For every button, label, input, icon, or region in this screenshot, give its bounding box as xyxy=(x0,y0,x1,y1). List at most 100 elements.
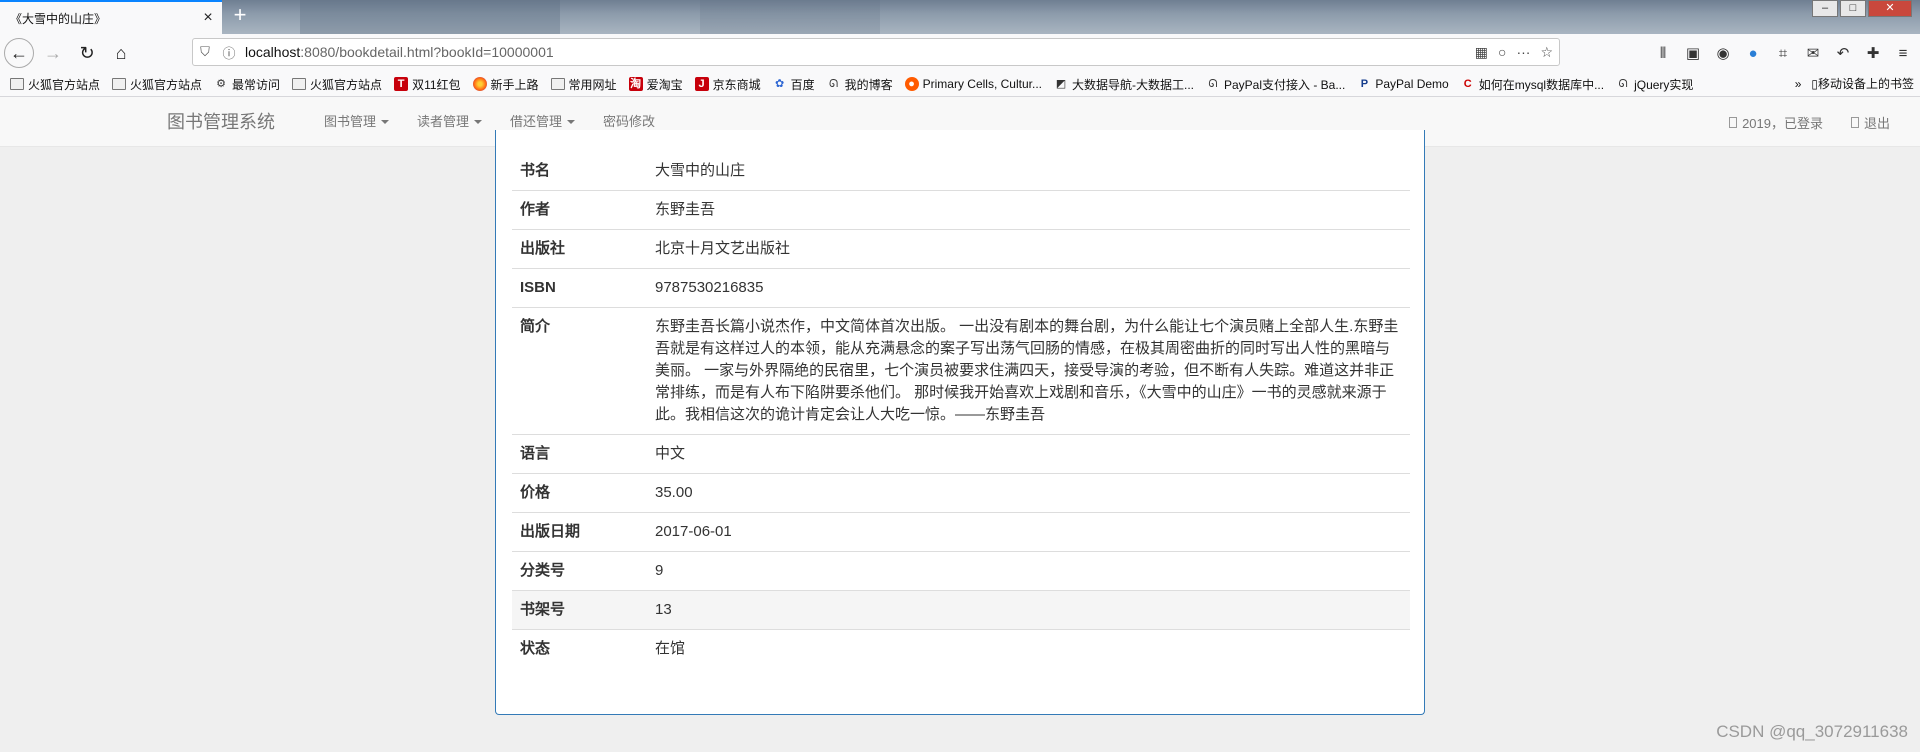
library-icon[interactable]: ⫴ xyxy=(1652,45,1674,62)
bookmark-label: 最常访问 xyxy=(232,77,281,92)
bookmark-item[interactable]: 常用网址 xyxy=(550,76,617,93)
baidu-icon: ✿ xyxy=(774,78,785,90)
forward-arrow-icon[interactable]: → xyxy=(38,38,68,68)
bookmark-item[interactable]: ◩ 大数据导航-大数据工... xyxy=(1054,76,1194,93)
field-value-description: 东野圭吾长篇小说杰作，中文简体首次出版。 一出没有剧本的舞台剧，为什么能让七个演… xyxy=(647,307,1410,435)
sidebar-icon[interactable]: ▣ xyxy=(1682,44,1704,62)
field-value: 9 xyxy=(647,551,1410,591)
menu-reader-management[interactable]: 读者管理 xyxy=(403,97,496,147)
taobao-icon: 淘 xyxy=(628,77,643,91)
bookmark-item[interactable]: J 京东商城 xyxy=(694,76,761,93)
bookmark-star-icon[interactable]: ☆ xyxy=(1540,44,1553,61)
minimize-icon[interactable]: – xyxy=(1812,0,1838,17)
tab-strip: 《大雪中的山庄》 × + – □ ✕ xyxy=(0,0,1920,34)
csdn-icon: C xyxy=(1463,78,1472,90)
maximize-icon[interactable]: □ xyxy=(1840,0,1866,17)
table-row: 书架号 13 xyxy=(512,590,1410,630)
mobile-bookmarks[interactable]: ▯移动设备上的书签 xyxy=(1811,73,1914,95)
user-status-label: 2019，已登录 xyxy=(1742,115,1823,131)
back-arrow-icon[interactable]: ← xyxy=(4,38,34,68)
chevron-more-icon[interactable]: » xyxy=(1795,73,1802,95)
globe-icon[interactable]: ● xyxy=(1742,45,1764,62)
info-icon[interactable]: ⓘ xyxy=(217,43,241,62)
bookmark-item[interactable]: ᘏ PayPal支付接入 - Ba... xyxy=(1206,76,1345,93)
phone-icon: ▯ xyxy=(1811,77,1818,91)
folder-icon xyxy=(10,78,24,90)
mobile-bookmarks-label: 移动设备上的书签 xyxy=(1817,77,1914,91)
user-status[interactable]: 2019，已登录 xyxy=(1729,113,1823,132)
bookmark-item[interactable]: ⚙ 最常访问 xyxy=(214,76,280,93)
bookmarks-overflow: » ▯移动设备上的书签 xyxy=(1788,73,1914,95)
field-value: 13 xyxy=(647,590,1410,630)
field-value: 在馆 xyxy=(647,629,1410,668)
bookmark-item[interactable]: ● Primary Cells, Cultur... xyxy=(904,77,1042,91)
blog-icon: ᘏ xyxy=(1208,78,1218,90)
bookmark-item[interactable]: T 双11红包 xyxy=(394,76,461,93)
firefox-icon xyxy=(472,77,487,91)
bookmark-label: 双11红包 xyxy=(412,77,461,92)
new-tab-button[interactable]: + xyxy=(228,4,252,28)
tmall-icon: T xyxy=(394,77,409,91)
more-actions-icon[interactable]: ··· xyxy=(1516,44,1530,61)
bookmark-item[interactable]: 淘爱淘宝 xyxy=(628,76,683,93)
url-host: localhost xyxy=(245,44,301,60)
extension-icon[interactable]: ✚ xyxy=(1862,44,1884,62)
shield-icon[interactable]: ⛉ xyxy=(193,44,217,60)
undo-icon[interactable]: ↶ xyxy=(1832,44,1854,62)
bookmark-item[interactable]: 火狐官方站点 xyxy=(292,76,382,93)
field-label: ISBN xyxy=(512,268,647,308)
bookmark-label: Primary Cells, Cultur... xyxy=(922,77,1042,91)
bookmark-item[interactable]: 火狐官方站点 xyxy=(112,76,202,93)
caret-down-icon xyxy=(567,120,576,124)
field-label: 语言 xyxy=(512,434,647,474)
caret-down-icon xyxy=(474,120,483,124)
bookmark-item[interactable]: 火狐官方站点 xyxy=(10,76,100,93)
brand[interactable]: 图书管理系统 xyxy=(167,97,275,147)
field-label: 状态 xyxy=(512,629,647,668)
hamburger-menu-icon[interactable]: ≡ xyxy=(1892,45,1914,62)
bookmark-item[interactable]: 新手上路 xyxy=(472,76,539,93)
bookmark-item[interactable]: ᘏ jQuery实现 xyxy=(1616,76,1694,93)
table-row: 出版社 北京十月文艺出版社 xyxy=(512,229,1410,269)
lightbulb-icon[interactable]: ○ xyxy=(1498,44,1506,61)
bookmark-item[interactable]: ᘏ 我的博客 xyxy=(827,76,893,93)
tab-title: 《大雪中的山庄》 xyxy=(10,11,107,26)
field-label: 分类号 xyxy=(512,551,647,591)
bookmark-item[interactable]: C 如何在mysql数据库中... xyxy=(1461,76,1604,93)
field-label: 价格 xyxy=(512,473,647,513)
active-tab[interactable]: 《大雪中的山庄》 × xyxy=(0,0,222,34)
url-text[interactable]: localhost:8080/bookdetail.html?bookId=10… xyxy=(245,44,554,60)
logout-link[interactable]: 退出 xyxy=(1850,113,1890,132)
menu-label: 读者管理 xyxy=(417,114,470,129)
home-icon[interactable]: ⌂ xyxy=(106,38,136,68)
table-row: 简介 东野圭吾长篇小说杰作，中文简体首次出版。 一出没有剧本的舞台剧，为什么能让七… xyxy=(512,307,1410,435)
account-icon[interactable]: ◉ xyxy=(1712,44,1734,62)
menu-book-management[interactable]: 图书管理 xyxy=(310,97,403,147)
bigdata-icon: ◩ xyxy=(1055,78,1067,90)
url-path: :8080/bookdetail.html?bookId=10000001 xyxy=(300,44,554,60)
address-bar[interactable]: ⛉ ⓘ localhost:8080/bookdetail.html?bookI… xyxy=(192,38,1560,66)
watermark: CSDN @qq_3072911638 xyxy=(1716,722,1908,741)
table-row: 状态 在馆 xyxy=(512,629,1410,668)
close-window-icon[interactable]: ✕ xyxy=(1868,0,1912,17)
bookmark-label: PayPal Demo xyxy=(1375,77,1449,91)
field-label: 简介 xyxy=(512,307,647,435)
qr-code-icon[interactable]: ▦ xyxy=(1475,44,1488,61)
book-detail-panel: 书名 大雪中的山庄 作者 东野圭吾 出版社 北京十月文艺出版社 ISBN 9787530… xyxy=(495,130,1425,715)
bookmark-label: 大数据导航-大数据工... xyxy=(1071,77,1194,92)
field-value: 2017-06-01 xyxy=(647,512,1410,552)
bookmark-label: PayPal支付接入 - Ba... xyxy=(1223,77,1346,92)
field-label: 书名 xyxy=(520,162,551,179)
chat-icon[interactable]: ✉ xyxy=(1802,44,1824,62)
folder-icon xyxy=(550,78,565,90)
field-value: 中文 xyxy=(647,434,1410,474)
screenshot-icon[interactable]: ⌗ xyxy=(1772,45,1794,62)
bookmark-item[interactable]: ✿ 百度 xyxy=(773,76,815,93)
field-label: 书架号 xyxy=(512,590,647,630)
bookmark-item[interactable]: P PayPal Demo xyxy=(1357,77,1449,91)
window-controls: – □ ✕ xyxy=(1812,0,1912,17)
table-row: 作者 东野圭吾 xyxy=(512,190,1410,230)
reload-icon[interactable]: ↻ xyxy=(72,38,102,68)
field-value: 东野圭吾 xyxy=(647,190,1410,230)
tab-close-icon[interactable]: × xyxy=(194,9,222,27)
